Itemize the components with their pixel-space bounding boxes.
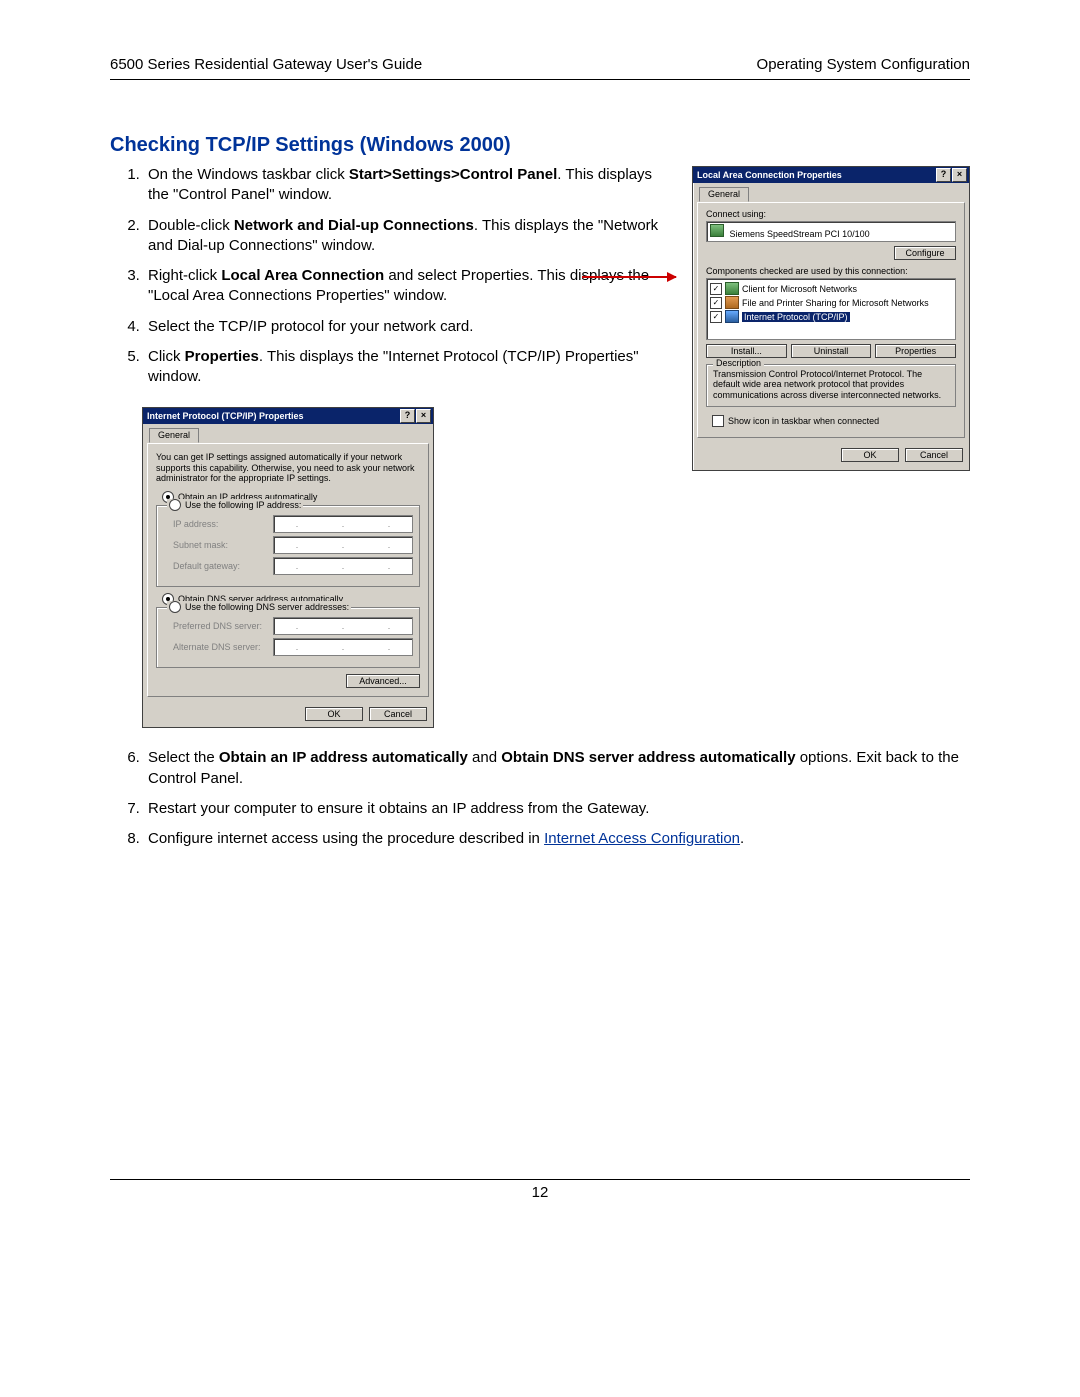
tcpip-properties-dialog: Internet Protocol (TCP/IP) Properties ? … (142, 407, 434, 728)
checkbox-icon[interactable]: ✓ (710, 297, 722, 309)
section-heading: Checking TCP/IP Settings (Windows 2000) (110, 134, 970, 157)
uninstall-button[interactable]: Uninstall (791, 344, 872, 358)
install-button[interactable]: Install... (706, 344, 787, 358)
tcp-titlebar: Internet Protocol (TCP/IP) Properties ? … (143, 408, 433, 424)
configure-button[interactable]: Configure (894, 246, 956, 260)
lan-properties-dialog: Local Area Connection Properties ? × Gen… (692, 166, 970, 471)
share-icon (725, 296, 739, 309)
showicon-label: Show icon in taskbar when connected (728, 416, 879, 426)
component-tcpip: ✓Internet Protocol (TCP/IP) (710, 310, 952, 323)
pref-dns-field[interactable]: ... (273, 617, 413, 635)
subnet-field[interactable]: ... (273, 536, 413, 554)
tcp-title: Internet Protocol (TCP/IP) Properties (145, 411, 399, 421)
help-icon[interactable]: ? (936, 168, 951, 182)
ip-field[interactable]: ... (273, 515, 413, 533)
page-header: 6500 Series Residential Gateway User's G… (110, 56, 970, 77)
lan-tabpanel: Connect using: Siemens SpeedStream PCI 1… (697, 202, 965, 438)
client-icon (725, 282, 739, 295)
properties-button[interactable]: Properties (875, 344, 956, 358)
lan-title: Local Area Connection Properties (695, 170, 935, 180)
radio-icon[interactable] (169, 499, 181, 511)
advanced-button[interactable]: Advanced... (346, 674, 420, 688)
lan-titlebar: Local Area Connection Properties ? × (693, 167, 969, 183)
header-right: Operating System Configuration (757, 56, 970, 73)
adapter-field: Siemens SpeedStream PCI 10/100 (706, 221, 956, 242)
gateway-field[interactable]: ... (273, 557, 413, 575)
radio-icon[interactable] (169, 601, 181, 613)
alt-dns-field[interactable]: ... (273, 638, 413, 656)
static-ip-group: Use the following IP address: IP address… (156, 505, 420, 587)
showicon-checkbox[interactable] (712, 415, 724, 427)
description-text: Transmission Control Protocol/Internet P… (713, 369, 949, 400)
tcp-description: You can get IP settings assigned automat… (156, 452, 420, 483)
tab-general[interactable]: General (699, 187, 749, 202)
description-group: Description Transmission Control Protoco… (706, 364, 956, 407)
adapter-name: Siemens SpeedStream PCI 10/100 (730, 229, 870, 239)
steps-list-bottom: Select the Obtain an IP address automati… (110, 748, 970, 849)
close-icon[interactable]: × (416, 409, 431, 423)
components-list[interactable]: ✓Client for Microsoft Networks ✓File and… (706, 278, 956, 340)
checkbox-icon[interactable]: ✓ (710, 283, 722, 295)
cancel-button[interactable]: Cancel (905, 448, 963, 462)
tab-general[interactable]: General (149, 428, 199, 443)
help-icon[interactable]: ? (400, 409, 415, 423)
gateway-label: Default gateway: (163, 561, 273, 571)
component-client: ✓Client for Microsoft Networks (710, 282, 952, 295)
close-icon[interactable]: × (952, 168, 967, 182)
cancel-button[interactable]: Cancel (369, 707, 427, 721)
nic-icon (710, 224, 724, 237)
header-rule (110, 79, 970, 80)
description-legend: Description (713, 358, 764, 368)
step-6: Select the Obtain an IP address automati… (144, 748, 970, 789)
alt-dns-label: Alternate DNS server: (163, 642, 273, 652)
tcp-icon (725, 310, 739, 323)
connect-using-label: Connect using: (706, 209, 956, 219)
callout-arrow (582, 276, 676, 278)
static-dns-group: Use the following DNS server addresses: … (156, 607, 420, 668)
checkbox-icon[interactable]: ✓ (710, 311, 722, 323)
page-number: 12 (110, 1180, 970, 1201)
components-label: Components checked are used by this conn… (706, 266, 956, 276)
ok-button[interactable]: OK (841, 448, 899, 462)
step-7: Restart your computer to ensure it obtai… (144, 799, 970, 819)
tcp-tabpanel: You can get IP settings assigned automat… (147, 443, 429, 697)
pref-dns-label: Preferred DNS server: (163, 621, 273, 631)
ip-label: IP address: (163, 519, 273, 529)
internet-access-link[interactable]: Internet Access Configuration (544, 830, 740, 847)
step-8: Configure internet access using the proc… (144, 829, 970, 849)
subnet-label: Subnet mask: (163, 540, 273, 550)
header-left: 6500 Series Residential Gateway User's G… (110, 56, 422, 73)
component-share: ✓File and Printer Sharing for Microsoft … (710, 296, 952, 309)
ok-button[interactable]: OK (305, 707, 363, 721)
